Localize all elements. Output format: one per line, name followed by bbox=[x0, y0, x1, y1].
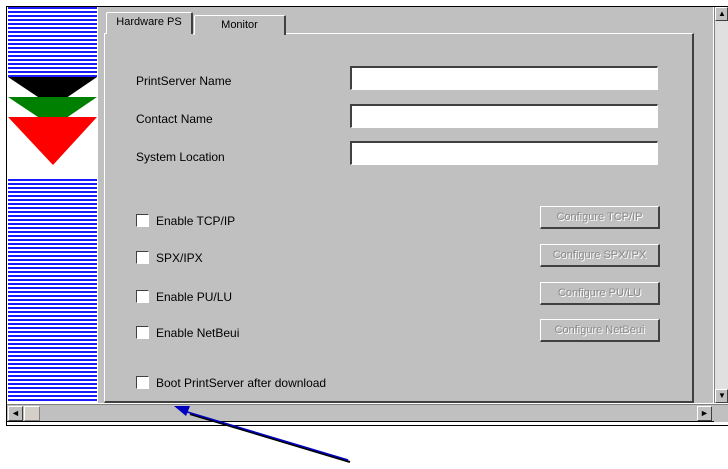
callout-arrow-head bbox=[174, 406, 190, 416]
callout-arrow-icon bbox=[174, 406, 351, 463]
tab-hardware-ps[interactable]: Hardware PS bbox=[106, 12, 193, 34]
tab-monitor[interactable]: Monitor bbox=[194, 15, 286, 35]
callout-arrow-line bbox=[183, 410, 349, 461]
callout-arrow-shadow-line bbox=[189, 413, 351, 463]
